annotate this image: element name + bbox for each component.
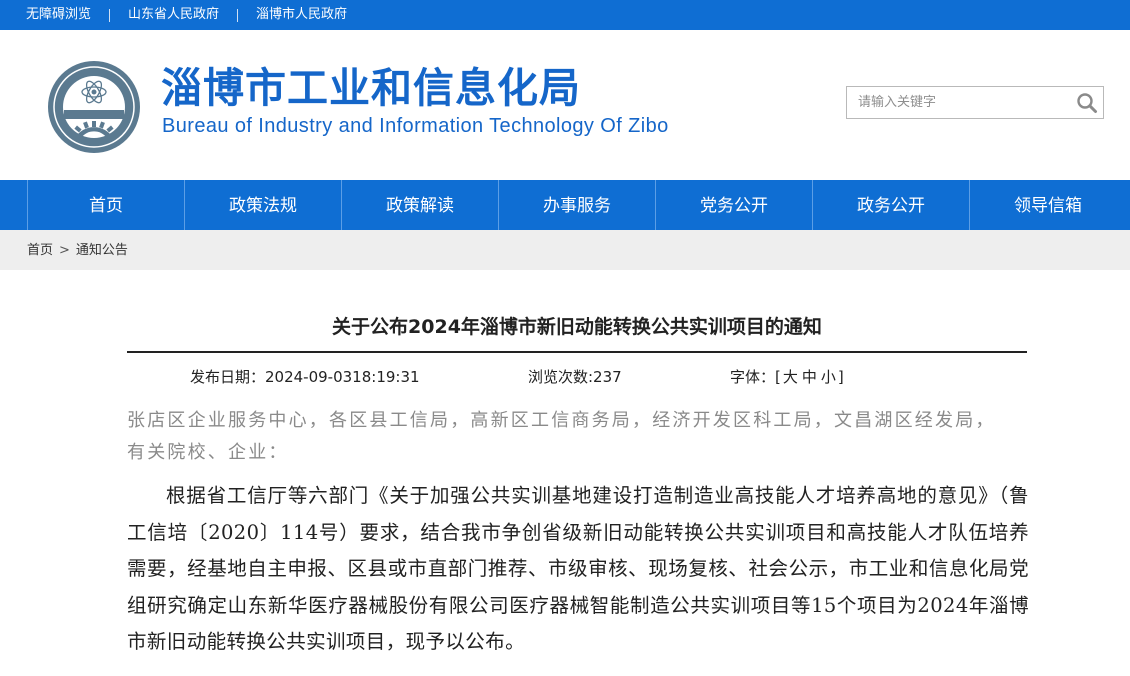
font-size-control: 字体：[大中小] [730,366,844,387]
zibo-gov-link[interactable]: 淄博市人民政府 [238,0,365,30]
nav-item-home[interactable]: 首页 [27,180,184,230]
title-divider [127,351,1027,353]
site-subtitle: Bureau of Industry and Information Techn… [162,115,669,137]
nav-item-leader-mailbox[interactable]: 领导信箱 [969,180,1126,230]
nav-item-government-affairs[interactable]: 政务公开 [812,180,969,230]
article-recipients: 张店区企业服务中心，各区县工信局，高新区工信商务局，经济开发区科工局，文昌湖区经… [127,410,996,463]
publish-date: 发布日期：2024-09-0318:19:31 [190,368,420,386]
shandong-gov-link[interactable]: 山东省人民政府 [110,0,237,30]
search-input[interactable] [847,87,1078,118]
font-small-button[interactable]: 小 [819,368,838,386]
top-bar: 无障碍浏览 山东省人民政府 淄博市人民政府 [0,0,1130,30]
nav-item-interpretation[interactable]: 政策解读 [341,180,498,230]
site-title: 淄博市工业和信息化局 [161,64,581,112]
view-count: 浏览次数:237 [528,368,622,386]
font-size-bracket: ] [837,368,844,386]
emblem-icon [48,61,140,153]
font-medium-button[interactable]: 中 [800,368,819,386]
main-nav: 首页 政策法规 政策解读 办事服务 党务公开 政务公开 领导信箱 [0,180,1130,230]
nav-item-policies[interactable]: 政策法规 [184,180,341,230]
font-size-label: 字体：[ [730,368,781,386]
accessibility-link[interactable]: 无障碍浏览 [0,0,109,30]
article-title: 关于公布2024年淄博市新旧动能转换公共实训项目的通知 [332,316,822,338]
site-header: 淄博市工业和信息化局 Bureau of Industry and Inform… [0,30,1130,180]
search-box [846,86,1104,119]
breadcrumb-current[interactable]: 通知公告 [76,243,128,258]
breadcrumb-separator: > [59,243,70,258]
breadcrumb-home[interactable]: 首页 [27,243,53,258]
article-paragraph: 根据省工信厅等六部门《关于加强公共实训基地建设打造制造业高技能人才培养高地的意见… [127,484,1029,653]
nav-item-services[interactable]: 办事服务 [498,180,655,230]
font-large-button[interactable]: 大 [781,368,800,386]
nav-item-party-affairs[interactable]: 党务公开 [655,180,812,230]
breadcrumb: 首页 > 通知公告 [0,230,1130,270]
search-icon[interactable] [1076,92,1098,114]
